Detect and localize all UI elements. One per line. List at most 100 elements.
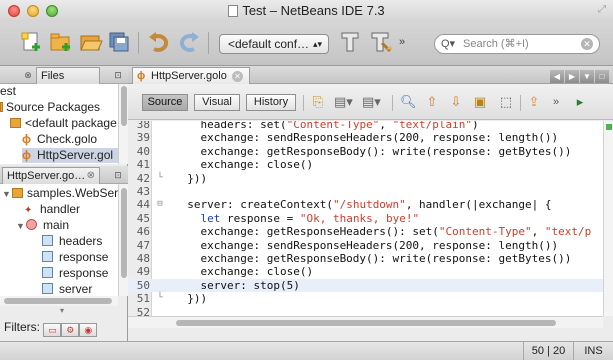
navigator-filters: Filters: ▭ ⚙ ◉ — [0, 314, 128, 340]
redo-icon[interactable] — [176, 29, 202, 55]
tree-item-check-golo[interactable]: ϕ Check.golo — [22, 132, 97, 147]
code-text: })) — [174, 171, 208, 185]
code-line[interactable]: 52 — [128, 306, 603, 316]
back-icon[interactable]: ▤▾ — [334, 94, 353, 110]
line-number: 41 — [136, 158, 150, 172]
minimize-window-button[interactable] — [27, 5, 39, 17]
error-stripe[interactable] — [603, 121, 613, 316]
clean-build-icon[interactable] — [368, 29, 394, 55]
fullscreen-icon[interactable]: ⤢ — [597, 5, 607, 15]
code-line[interactable]: 43 — [128, 185, 603, 198]
last-edit-icon[interactable]: ⎘ — [310, 94, 326, 110]
toggle-rectangular-selection-icon[interactable]: ⬚ — [498, 94, 514, 110]
nav-item-main[interactable]: ▼ main — [16, 218, 69, 233]
open-project-icon[interactable] — [78, 29, 104, 55]
code-line[interactable]: 48 exchange: getResponseBody(): write(re… — [128, 252, 603, 265]
code-editor[interactable]: 38 headers: set("Content-Type", "text/pl… — [128, 121, 603, 316]
files-tabbar: ⊗ Files ⊡ — [0, 66, 128, 84]
filter-fields-button[interactable]: ▭ — [43, 323, 62, 337]
line-number: 47 — [136, 238, 150, 252]
left-panels: ⊗ Files ⊡ est Source Packages <default p… — [0, 66, 128, 341]
filter-private-button[interactable]: ◉ — [79, 323, 98, 337]
history-mode-button[interactable]: History — [246, 94, 296, 111]
tree-item-default-package[interactable]: <default package — [10, 116, 117, 131]
golo-file-icon: ϕ — [22, 132, 31, 146]
undo-icon[interactable] — [146, 29, 172, 55]
find-next-icon[interactable]: ⇩ — [448, 94, 464, 110]
code-line[interactable]: 49 exchange: close() — [128, 265, 603, 278]
tree-item-project[interactable]: est — [0, 84, 16, 99]
configuration-value: <default conf… — [228, 37, 310, 51]
nav-item-handler[interactable]: ✦ handler — [24, 202, 80, 217]
fold-marker-icon[interactable]: └ — [154, 292, 166, 305]
search-placeholder: Search (⌘+I) — [463, 38, 529, 50]
find-previous-icon[interactable]: ⇧ — [424, 94, 440, 110]
more-icon[interactable]: » — [399, 36, 405, 48]
zoom-window-button[interactable] — [46, 5, 58, 17]
navigator-scrollbar[interactable] — [118, 184, 128, 296]
variable-icon — [42, 235, 53, 246]
code-line[interactable]: 47 exchange: sendResponseHeaders(200, re… — [128, 239, 603, 252]
editor-hscrollbar[interactable] — [128, 316, 603, 328]
maximize-editor-icon[interactable]: □ — [595, 70, 609, 83]
tab-navigator[interactable]: HttpServer.go… ⊗ — [2, 167, 100, 184]
tab-close-icon[interactable]: ⊗ — [22, 69, 34, 81]
code-line[interactable]: 45 let response = "Ok, thanks, bye!" — [128, 212, 603, 225]
function-icon — [26, 219, 37, 230]
tab-close-icon[interactable]: ⊗ — [87, 168, 95, 184]
nav-item-response[interactable]: response — [42, 266, 108, 281]
line-number: 42 — [136, 171, 150, 185]
more-icon[interactable]: » — [548, 94, 564, 110]
toolbar-separator — [208, 32, 209, 54]
clear-search-icon[interactable]: ✕ — [581, 38, 593, 50]
code-line[interactable]: 39 exchange: sendResponseHeaders(200, re… — [128, 131, 603, 144]
navigator-hscrollbar[interactable] — [0, 296, 118, 306]
code-line[interactable]: 50 server: stop(5) — [128, 278, 603, 292]
minimize-pane-icon[interactable]: ⊡ — [112, 169, 124, 181]
scroll-tabs-right-icon[interactable]: ▶ — [565, 70, 579, 83]
code-line[interactable]: 44 ⊟ server: createContext("/shutdown", h… — [128, 198, 603, 211]
nav-item-module[interactable]: ▼samples.WebServe — [2, 186, 118, 201]
fold-marker-icon[interactable]: └ — [154, 172, 166, 185]
find-selection-icon[interactable]: 🔍︎ — [400, 94, 417, 110]
line-number: 44 — [136, 198, 150, 212]
project-tree-scrollbar[interactable] — [118, 84, 128, 164]
close-tab-icon[interactable]: ✕ — [232, 71, 243, 82]
search-input[interactable]: Q▾ Search (⌘+I) ✕ — [434, 34, 600, 54]
tree-item-httpserver-golo[interactable]: ϕ HttpServer.gol — [22, 148, 118, 163]
scroll-tabs-left-icon[interactable]: ◀ — [550, 70, 564, 83]
code-line[interactable]: 46 exchange: getResponseHeaders(): set("… — [128, 225, 603, 238]
configuration-select[interactable]: <default conf… ▴▾ — [219, 34, 329, 54]
nav-item-headers[interactable]: headers — [42, 234, 102, 249]
no-errors-marker — [606, 124, 612, 130]
filter-static-button[interactable]: ⚙ — [61, 323, 80, 337]
editor-tab-label: HttpServer.golo — [151, 70, 227, 82]
nav-item-server[interactable]: server — [42, 282, 92, 296]
tab-files[interactable]: Files — [36, 67, 100, 84]
forward-icon[interactable]: ▤▾ — [362, 94, 381, 110]
start-macro-icon[interactable]: ▸ — [572, 94, 588, 110]
code-line[interactable]: 40 exchange: getResponseBody(): write(re… — [128, 145, 603, 158]
code-line[interactable]: 51 └ })) — [128, 292, 603, 305]
code-line[interactable]: 38 headers: set("Content-Type", "text/pl… — [128, 121, 603, 131]
save-all-icon[interactable] — [106, 29, 132, 55]
package-icon — [0, 102, 3, 112]
show-opened-documents-icon[interactable]: ▼ — [580, 70, 594, 83]
code-line[interactable]: 41 exchange: close() — [128, 158, 603, 171]
source-mode-button[interactable]: Source — [142, 94, 188, 111]
build-icon[interactable] — [338, 29, 364, 55]
code-text: exchange: getResponseBody(): write(respo… — [174, 252, 572, 265]
new-project-icon[interactable] — [48, 29, 74, 55]
previous-bookmark-icon[interactable]: ⇪ — [526, 94, 542, 110]
nav-item-response[interactable]: response — [42, 250, 108, 265]
code-line[interactable]: 42 └ })) — [128, 172, 603, 185]
tree-item-source-packages[interactable]: Source Packages — [0, 100, 100, 115]
new-file-icon[interactable] — [18, 29, 44, 55]
tab-httpserver-golo[interactable]: ϕ HttpServer.golo ✕ — [132, 67, 250, 84]
close-window-button[interactable] — [8, 5, 20, 17]
visual-mode-button[interactable]: Visual — [194, 94, 240, 111]
minimize-pane-icon[interactable]: ⊡ — [112, 69, 124, 81]
fold-marker-icon[interactable]: ⊟ — [154, 198, 166, 211]
toggle-highlight-icon[interactable]: ▣ — [472, 94, 488, 110]
editor-panel: ϕ HttpServer.golo ✕ ◀ ▶ ▼ □ Source Visual H… — [128, 66, 613, 341]
